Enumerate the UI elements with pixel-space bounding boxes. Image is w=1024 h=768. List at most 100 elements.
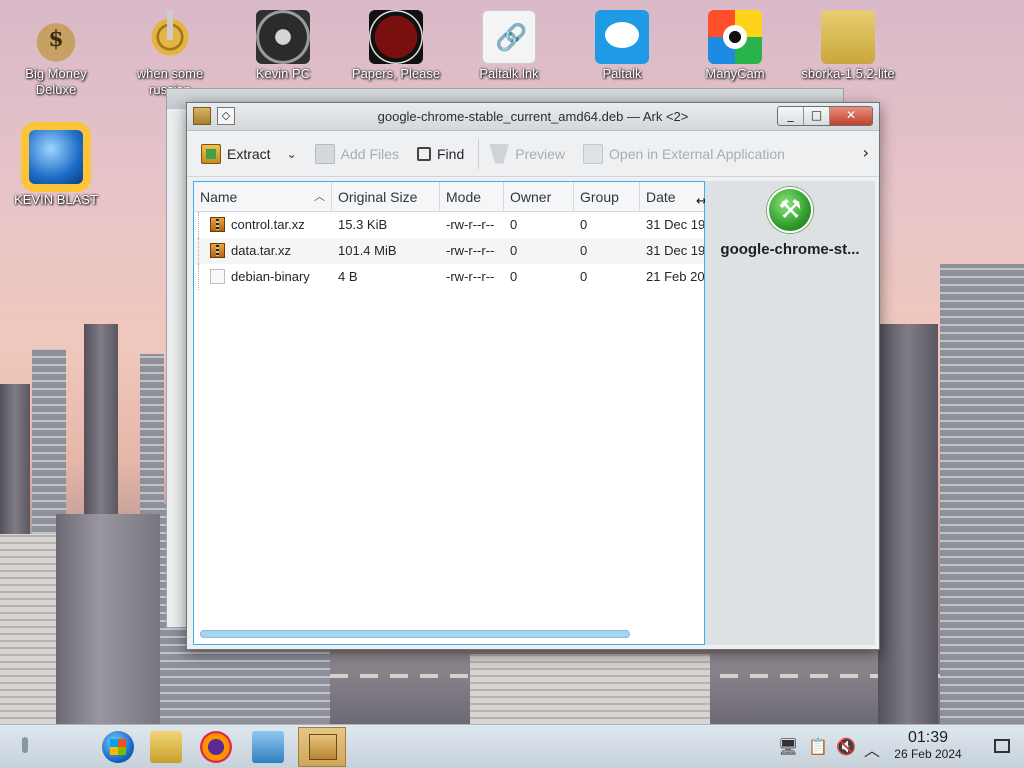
chevron-up-icon[interactable]: ︿ (864, 737, 880, 761)
column-header-label: Name (200, 189, 238, 205)
file-group: 0 (580, 243, 588, 258)
ark-taskbar-button[interactable] (298, 727, 346, 767)
external-app-icon (583, 143, 604, 164)
maximize-button[interactable]: □ (804, 107, 830, 125)
desktop-icon-big-money-deluxe[interactable]: Big Money Deluxe (6, 10, 106, 98)
file-date: 31 Dec 19 (646, 243, 704, 258)
window-controls: _ □ ✕ (777, 106, 873, 126)
start-button[interactable] (102, 731, 134, 763)
gauge-icon (256, 10, 310, 64)
file-mode: -rw-r--r-- (446, 243, 495, 258)
firefox-taskbar-icon[interactable] (200, 731, 232, 763)
window-title: google-chrome-stable_current_amd64.deb —… (377, 109, 689, 124)
archive-file-icon (210, 243, 225, 258)
mouse-icon[interactable] (18, 737, 32, 759)
tray-app-icon[interactable]: 🖥 (778, 737, 798, 756)
text-file-icon (210, 269, 225, 284)
file-group: 0 (580, 217, 588, 232)
show-desktop-button[interactable] (994, 739, 1010, 753)
desktop-icon-kevin-pc[interactable]: Kevin PC (233, 10, 333, 82)
column-header-mode[interactable]: Mode (440, 182, 504, 211)
find-label: Find (437, 145, 465, 162)
column-header-name[interactable]: Name ︿ (194, 182, 332, 211)
package-tools-icon (767, 187, 813, 233)
toolbar-separator (478, 138, 480, 169)
desktop-icon-sborka[interactable]: sborka-1.5.2-lite (798, 10, 898, 82)
horizontal-scrollbar[interactable] (200, 630, 630, 638)
minimize-button[interactable]: _ (778, 107, 804, 125)
control-panel-taskbar-icon[interactable] (252, 731, 284, 763)
open-external-label: Open in External Application (609, 145, 785, 162)
table-row[interactable]: control.tar.xz 15.3 KiB -rw-r--r-- 0 0 3… (194, 212, 704, 238)
column-header-owner[interactable]: Owner (504, 182, 574, 211)
extract-button[interactable]: Extract ⌄ (201, 139, 297, 169)
manycam-icon (708, 10, 762, 64)
file-manager-taskbar-icon[interactable] (150, 731, 182, 763)
desktop-icon-when-some-russian[interactable]: when some russian (120, 10, 220, 98)
clock-time: 01:39 (907, 729, 949, 746)
column-header-group[interactable]: Group (574, 182, 640, 211)
close-button[interactable]: ✕ (830, 107, 872, 125)
desktop-icon-label: ManyCam (705, 66, 765, 81)
chevron-down-icon[interactable]: ⌄ (287, 147, 297, 161)
desktop-icon-label: Papers, Please (351, 66, 441, 81)
file-date: 31 Dec 19 (646, 217, 704, 232)
extract-label: Extract (227, 145, 271, 162)
desktop-icon-paltalk-lnk[interactable]: Paltalk.lnk (459, 10, 559, 82)
tree-branch (198, 238, 210, 264)
window-titlebar[interactable]: ◇ google-chrome-stable_current_amd64.deb… (187, 103, 879, 131)
paltalk-icon (595, 10, 649, 64)
add-files-button[interactable]: Add Files (314, 139, 399, 169)
table-row[interactable]: debian-binary 4 B -rw-r--r-- 0 0 21 Feb … (194, 264, 704, 290)
clipboard-icon[interactable]: 📋 (808, 737, 828, 756)
file-owner: 0 (510, 269, 518, 284)
column-header-date[interactable]: Date (640, 182, 704, 211)
preview-label: Preview (515, 145, 566, 162)
file-name: control.tar.xz (231, 217, 305, 232)
file-size: 4 B (338, 269, 358, 284)
sort-ascending-icon: ︿ (314, 191, 325, 203)
desktop-icon-label: Paltalk (602, 66, 642, 81)
add-files-icon (314, 143, 335, 164)
file-date: 21 Feb 20 (646, 269, 704, 284)
desktop-icon-manycam[interactable]: ManyCam (685, 10, 785, 82)
column-header-size[interactable]: Original Size (332, 182, 440, 211)
main-toolbar: Extract ⌄ Add Files Find Preview Open in… (187, 131, 879, 177)
file-mode: -rw-r--r-- (446, 217, 495, 232)
table-row[interactable]: data.tar.xz 101.4 MiB -rw-r--r-- 0 0 31 … (194, 238, 704, 264)
desktop-icon-paltalk[interactable]: Paltalk (572, 10, 672, 82)
preview-icon (489, 143, 510, 164)
money-bag-icon (29, 10, 83, 64)
tree-branch (198, 264, 210, 290)
tree-branch (198, 212, 210, 238)
info-panel: google-chrome-st... (705, 181, 875, 645)
folder-icon (821, 10, 875, 64)
desktop-icon-label: sborka-1.5.2-lite (801, 66, 895, 81)
open-external-button[interactable]: Open in External Application (583, 139, 785, 169)
file-name: data.tar.xz (231, 243, 291, 258)
desktop-icon-kevin-blast[interactable]: KEVIN BLAST (6, 130, 106, 208)
chevron-right-icon[interactable]: › (863, 143, 869, 162)
clock-date: 26 Feb 2024 (894, 747, 962, 761)
desktop-icon-papers-please[interactable]: Papers, Please (346, 10, 446, 82)
system-clock[interactable]: 01:39 26 Feb 2024 (888, 729, 968, 762)
file-owner: 0 (510, 243, 518, 258)
file-name: debian-binary (231, 269, 310, 284)
archive-file-table[interactable]: Name ︿ Original Size Mode Owner Group Da… (193, 181, 707, 645)
papers-please-icon (369, 10, 423, 64)
desktop-icon-label: Paltalk.lnk (479, 66, 539, 81)
table-header: Name ︿ Original Size Mode Owner Group Da… (194, 182, 704, 212)
ark-window: ◇ google-chrome-stable_current_amd64.deb… (186, 102, 880, 650)
file-mode: -rw-r--r-- (446, 269, 495, 284)
find-button[interactable]: Find (417, 139, 464, 169)
archive-file-icon (210, 217, 225, 232)
info-panel-filename: google-chrome-st... (720, 241, 860, 258)
add-files-label: Add Files (340, 145, 399, 162)
file-owner: 0 (510, 217, 518, 232)
file-group: 0 (580, 269, 588, 284)
volume-muted-icon[interactable]: 🔇 (836, 737, 856, 756)
ark-taskbar-icon (309, 734, 337, 760)
file-size: 101.4 MiB (338, 243, 397, 258)
preview-button[interactable]: Preview (489, 139, 565, 169)
shortcut-link-icon (482, 10, 536, 64)
